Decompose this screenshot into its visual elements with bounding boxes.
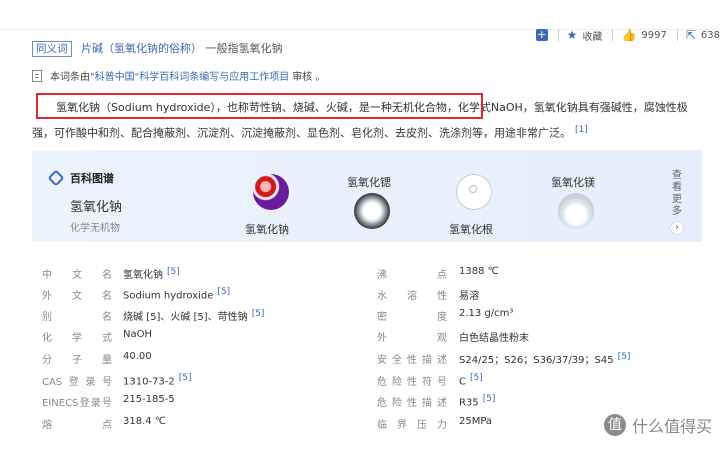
collect-button[interactable]: ★ 收藏 — [567, 28, 603, 43]
property-label: 化学式 — [42, 333, 112, 344]
graph-item-label[interactable]: 氢氧化根 — [449, 221, 493, 237]
graph-item-label[interactable]: 氢氧化镁 — [551, 174, 595, 190]
table-row: 分子量 40.00 安全性描述 S24/25；S26；S36/37/39；S45 [5] — [32, 351, 702, 373]
reference-link[interactable]: [5] — [217, 287, 230, 297]
property-label: 中文名 — [42, 270, 112, 281]
reference-link[interactable]: [5] — [252, 309, 265, 319]
share-button[interactable]: ⇱ 638 — [686, 28, 720, 42]
property-value: 氢氧化钠 [5] — [123, 266, 180, 281]
property-value: C [5] — [459, 373, 483, 388]
property-value: Sodium hydroxide [5] — [123, 287, 231, 302]
property-label: 外文名 — [42, 291, 112, 302]
property-value: 烧碱 [5]、火碱 [5]、苛性钠 [5] — [123, 308, 265, 323]
review-note: 本词条由 "科普中国"科学百科词条编写与应用工作项目 审核 。 — [32, 68, 325, 83]
reference-link[interactable]: [5] — [618, 352, 631, 362]
property-label: 别名 — [42, 312, 112, 323]
property-label: 密度 — [377, 312, 447, 323]
property-value: 318.4 ℃ — [123, 416, 167, 427]
collect-label: 收藏 — [582, 31, 603, 43]
divider — [676, 29, 678, 41]
molecule-thumbnail[interactable] — [253, 174, 289, 210]
table-row: 外文名 Sodium hydroxide [5] 水溶性 易溶 — [32, 287, 702, 309]
property-value: 易溶 — [459, 291, 479, 302]
table-row: EINECS登录号 215-185-5 危险性描述 R35 [5] — [32, 394, 702, 416]
graph-icon — [47, 169, 65, 187]
property-value: NaOH — [123, 329, 152, 340]
reference-link[interactable]: [5] — [167, 267, 180, 277]
divider — [612, 29, 614, 41]
watermark-logo-icon: 值 — [603, 414, 626, 436]
property-value: 25MPa — [459, 416, 493, 427]
chevron-right-icon[interactable]: › — [670, 221, 684, 235]
highlight-box — [36, 93, 483, 119]
star-icon: ★ — [566, 28, 578, 42]
property-label: 外观 — [377, 333, 447, 344]
card-title-text: 百科图谱 — [70, 172, 114, 185]
property-label: 安全性描述 — [377, 355, 447, 366]
summary-ref[interactable]: [1] — [575, 125, 588, 135]
like-button[interactable]: 👍 9997 — [621, 28, 666, 42]
review-suffix: 审核 。 — [292, 72, 326, 83]
graph-item-label[interactable]: 氢氧化钠 — [245, 221, 289, 237]
add-icon[interactable]: + — [535, 29, 548, 41]
watermark: 值 什么值得买 — [603, 413, 712, 437]
like-count: 9997 — [641, 29, 667, 41]
reference-link[interactable]: [5] — [483, 394, 496, 404]
property-label: 熔点 — [42, 420, 112, 431]
table-row: 中文名 氢氧化钠 [5] 沸点 1388 ℃ — [32, 266, 702, 288]
property-label: 水溶性 — [377, 291, 447, 302]
card-title: 百科图谱 — [47, 169, 114, 187]
property-value: 2.13 g/cm³ — [459, 308, 514, 319]
divider — [557, 29, 559, 41]
table-row: 别名 烧碱 [5]、火碱 [5]、苛性钠 [5] 密度 2.13 g/cm³ — [32, 308, 702, 330]
property-value: 1388 ℃ — [459, 266, 499, 277]
table-row: 熔点 318.4 ℃ 临界压力 25MPa — [32, 416, 702, 438]
synonym-line: 同义词 片碱（氢氧化钠的俗称） 一般指氢氧化钠 — [32, 40, 283, 57]
property-value: 215-185-5 — [123, 394, 175, 405]
property-value: S24/25；S26；S36/37/39；S45 [5] — [459, 351, 631, 366]
thumbs-up-icon: 👍 — [621, 28, 637, 42]
property-value: 1310-73-2 [5] — [123, 373, 192, 388]
property-label: 临界压力 — [377, 420, 447, 431]
reference-link[interactable]: [5] — [179, 373, 192, 383]
white-powder-thumbnail[interactable] — [558, 193, 594, 229]
action-bar: + ★ 收藏 👍 9997 ⇱ 638 — [535, 26, 720, 44]
property-value: R35 [5] — [459, 394, 496, 409]
synonym-rest: 一般指氢氧化钠 — [205, 42, 283, 55]
synonym-tag: 同义词 — [32, 41, 72, 57]
property-value: 40.00 — [123, 351, 152, 362]
property-value: 白色结晶性粉末 — [459, 333, 529, 344]
table-row: CAS登录号 1310-73-2 [5] 危险性符号 C [5] — [32, 373, 702, 395]
powder-thumbnail[interactable] — [354, 193, 390, 229]
share-icon: ⇱ — [685, 28, 696, 42]
document-icon — [32, 69, 42, 82]
share-count: 638 — [700, 29, 720, 41]
review-prefix: 本词条由 — [50, 72, 90, 83]
card-entity-name: 氢氧化钠 — [70, 200, 123, 215]
property-label: 分子量 — [42, 355, 112, 366]
property-label: 危险性描述 — [377, 398, 447, 409]
watermark-text: 什么值得买 — [631, 417, 712, 436]
graph-item-label[interactable]: 氢氧化锶 — [347, 174, 391, 190]
table-row: 化学式 NaOH 外观 白色结晶性粉末 — [32, 329, 702, 351]
property-label: CAS登录号 — [42, 377, 112, 388]
diagram-thumbnail[interactable] — [456, 174, 492, 210]
property-label: 危险性符号 — [377, 377, 447, 388]
card-entity-type: 化学无机物 — [70, 223, 120, 234]
reference-link[interactable]: [5] — [470, 373, 483, 383]
view-more-link[interactable]: 查看更多 — [672, 170, 682, 218]
knowledge-graph-card: 百科图谱 氢氧化钠 化学无机物 氢氧化钠 氢氧化锶 氢氧化根 氢氧化镁 查看更多… — [32, 150, 702, 242]
property-label: 沸点 — [377, 270, 447, 281]
synonym-link[interactable]: 片碱（氢氧化钠的俗称） — [81, 42, 202, 55]
review-link[interactable]: "科普中国"科学百科词条编写与应用工作项目 — [90, 68, 289, 83]
property-label: EINECS登录号 — [42, 398, 112, 409]
